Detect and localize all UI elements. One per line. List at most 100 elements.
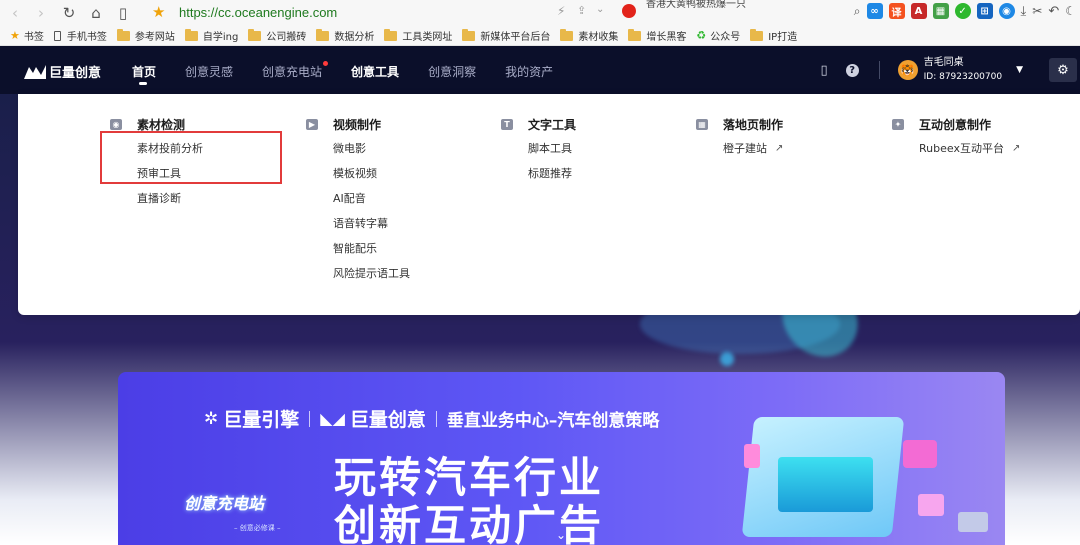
nav-creative-tools[interactable]: 创意工具: [351, 63, 399, 80]
forward-icon[interactable]: ›: [30, 2, 52, 24]
site-header: 巨量创意 首页 创意灵感 创意充电站 创意工具 创意洞察 我的资产 ▯ ? 🐯 …: [0, 46, 1080, 94]
folder-icon: [116, 28, 130, 41]
column-title: ▶ 视频制作: [306, 116, 410, 132]
menu-item[interactable]: 智能配乐: [306, 241, 410, 266]
bookmarks-bar: ★ 书签 手机书签 参考网站 自学ing 公司搬砖 数据分析 工具类网址 新媒体平…: [0, 26, 1080, 46]
bookmark-item[interactable]: IP打造: [750, 28, 797, 43]
extension-translate-icon[interactable]: 译: [888, 3, 905, 19]
nav-charging-station[interactable]: 创意充电站: [262, 61, 329, 80]
back-icon[interactable]: ‹: [4, 2, 26, 24]
divider: [309, 410, 311, 427]
chevron-down-icon[interactable]: ⌄: [556, 528, 566, 542]
recycle-icon: ♻: [696, 29, 707, 42]
menu-item[interactable]: AI配音: [306, 191, 410, 216]
bookmark-item[interactable]: 素材收集: [560, 28, 618, 43]
nav-inspiration[interactable]: 创意灵感: [185, 63, 233, 80]
dark-mode-icon[interactable]: ☾: [1065, 4, 1076, 18]
cut-icon[interactable]: ✂: [1032, 4, 1042, 18]
folder-icon: [316, 28, 330, 41]
folder-icon: [184, 28, 198, 41]
banner-brand-row: ✲ 巨量引擎 ◣◢ 巨量创意 垂直业务中心–汽车创意策略: [204, 408, 660, 432]
search-engine-icon[interactable]: [622, 4, 636, 18]
illustration-folder: [918, 494, 944, 516]
folder-icon: [248, 28, 262, 41]
help-icon[interactable]: ?: [845, 63, 859, 77]
divider: [878, 61, 880, 79]
bookmark-star-icon[interactable]: ★: [152, 3, 165, 21]
extension-infinity-icon[interactable]: ∞: [866, 3, 883, 19]
settings-button[interactable]: ⚙: [1049, 58, 1077, 82]
extension-cart-icon[interactable]: ▦: [932, 3, 949, 19]
menu-item[interactable]: 风险提示语工具: [306, 266, 410, 291]
chevron-down-icon[interactable]: ⌄: [596, 4, 604, 15]
hero-banner[interactable]: ✲ 巨量引擎 ◣◢ 巨量创意 垂直业务中心–汽车创意策略 玩转汽车行业 创新互动…: [118, 372, 1005, 545]
folder-icon: [560, 28, 574, 41]
bookmark-item[interactable]: 增长黑客: [628, 28, 686, 43]
browser-toolbar: ‹ › ↻ ⌂ ▯ ★ https://cc.oceanengine.com 香…: [0, 0, 1080, 26]
menu-item[interactable]: 直播诊断: [110, 191, 203, 216]
column-text-tools: T 文字工具 脚本工具 标题推荐: [501, 116, 576, 191]
column-title: ▦ 落地页制作: [696, 116, 783, 132]
bookmark-item[interactable]: 手机书签: [53, 28, 107, 43]
user-info[interactable]: 吉毛同桌 ID: 87923200700: [924, 56, 1002, 84]
bookmark-item[interactable]: 新媒体平台后台: [462, 28, 550, 43]
menu-item[interactable]: 语音转字幕: [306, 216, 410, 241]
folder-icon: [462, 28, 476, 41]
bookmark-item[interactable]: 参考网站: [116, 28, 175, 43]
bookmark-item[interactable]: ★ 书签: [10, 28, 44, 43]
menu-item[interactable]: 橙子建站 ↗: [696, 141, 783, 166]
extension-chat-icon[interactable]: ◉: [998, 3, 1015, 19]
mobile-icon[interactable]: ▯: [820, 63, 827, 78]
share-icon[interactable]: ⇪: [577, 4, 586, 17]
bookmark-item[interactable]: 工具类网址: [384, 28, 452, 43]
search-icon[interactable]: ⌕: [854, 4, 861, 19]
reader-icon[interactable]: ▯: [112, 2, 134, 24]
menu-item[interactable]: 预审工具: [110, 166, 203, 191]
bookmark-item[interactable]: 公司搬砖: [248, 28, 306, 43]
bookmark-item[interactable]: ♻ 公众号: [696, 28, 740, 43]
divider: [435, 410, 437, 427]
notification-dot: [323, 61, 329, 66]
folder-icon: [384, 28, 398, 41]
site-logo[interactable]: 巨量创意: [24, 62, 101, 81]
menu-item[interactable]: 脚本工具: [501, 141, 576, 166]
extension-pdf-icon[interactable]: A: [910, 3, 927, 19]
home-icon[interactable]: ⌂: [85, 2, 107, 24]
illustration-display: [778, 457, 873, 512]
undo-icon[interactable]: ↶: [1048, 4, 1059, 19]
nav-my-assets[interactable]: 我的资产: [505, 63, 553, 80]
nav-insights[interactable]: 创意洞察: [428, 63, 476, 80]
layout-icon: ▦: [696, 118, 708, 130]
menu-item[interactable]: 微电影: [306, 141, 410, 166]
tab-title-peek: 香港大黄鸭被热爆一只: [646, 0, 746, 10]
main-nav: 首页 创意灵感 创意充电站 创意工具 创意洞察 我的资产: [132, 61, 553, 85]
nav-home[interactable]: 首页: [132, 63, 156, 85]
menu-item[interactable]: 标题推荐: [501, 166, 576, 191]
column-material-check: ◉ 素材检测 素材投前分析 预审工具 直播诊断: [110, 116, 203, 216]
header-right: ▯ ? 🐯 吉毛同桌 ID: 87923200700 ▼ ⚙: [820, 46, 1080, 94]
creative-tools-dropdown: ◉ 素材检测 素材投前分析 预审工具 直播诊断 ▶ 视频制作 微电影 模板视频 AI…: [18, 94, 1080, 315]
bookmark-item[interactable]: 数据分析: [316, 28, 374, 43]
lightning-icon[interactable]: ⚡: [557, 4, 565, 18]
extension-icons: ⌕ ∞ 译 A ▦ ✓ ⊞ ◉ ⤓ ✂ ↶ ☾: [854, 3, 1076, 19]
extension-check-icon[interactable]: ✓: [954, 3, 971, 19]
menu-item[interactable]: Rubeex互动平台 ↗: [892, 141, 1020, 166]
banner-badge-sub: – 创意必修课 –: [234, 524, 281, 532]
column-video: ▶ 视频制作 微电影 模板视频 AI配音 语音转字幕 智能配乐 风险提示语工具: [306, 116, 410, 291]
menu-item[interactable]: 素材投前分析: [110, 141, 203, 166]
reload-icon[interactable]: ↻: [58, 2, 80, 24]
interactive-icon: ✦: [892, 118, 904, 130]
url-field[interactable]: https://cc.oceanengine.com: [179, 5, 337, 20]
illustration-battery: [958, 512, 988, 532]
column-landing-page: ▦ 落地页制作 橙子建站 ↗: [696, 116, 783, 166]
download-icon[interactable]: ⤓: [1021, 4, 1027, 19]
chevron-down-icon[interactable]: ▼: [1016, 65, 1023, 75]
menu-item[interactable]: 模板视频: [306, 166, 410, 191]
detect-icon: ◉: [110, 118, 122, 130]
extension-grid-icon[interactable]: ⊞: [976, 3, 993, 19]
avatar[interactable]: 🐯: [897, 60, 918, 80]
column-title: ✦ 互动创意制作: [892, 116, 1020, 132]
phone-icon: [53, 30, 61, 41]
bookmark-item[interactable]: 自学ing: [184, 28, 238, 43]
oceanengine-logo-icon: ✲: [204, 408, 219, 429]
